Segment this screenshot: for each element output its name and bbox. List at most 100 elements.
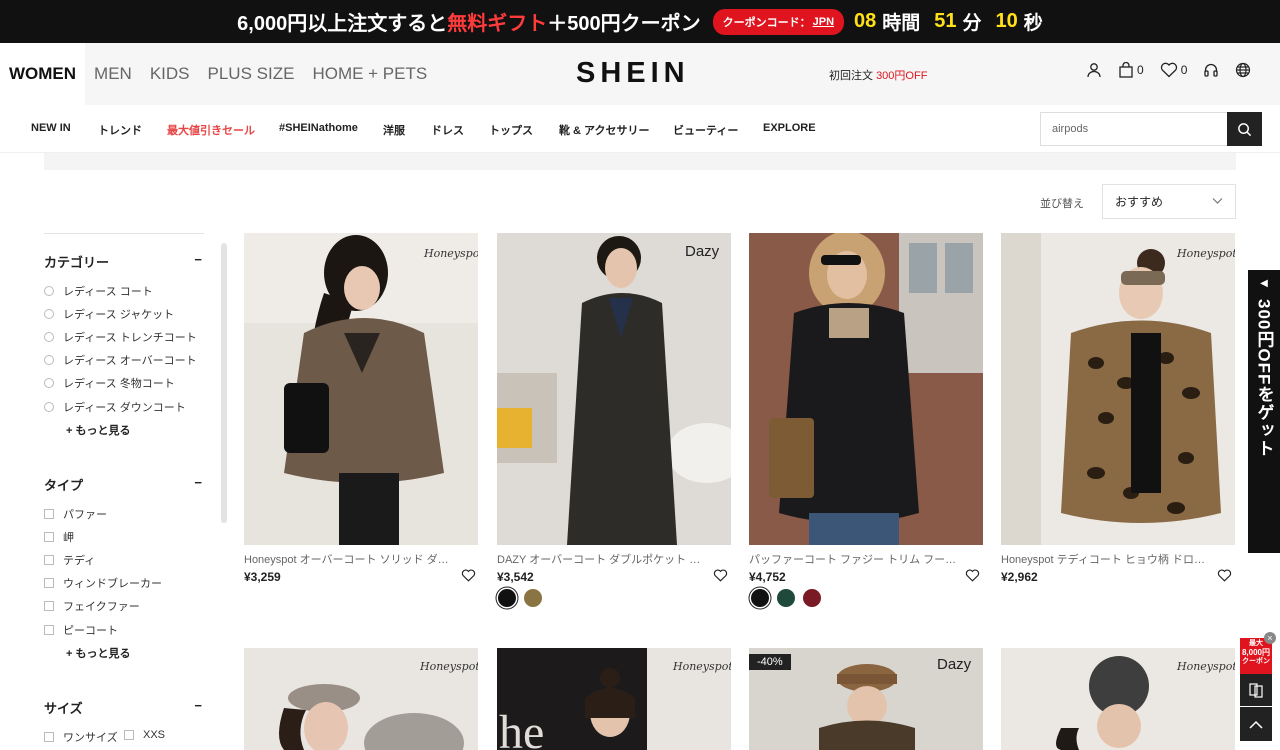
wishlist-count: 0 bbox=[1180, 63, 1188, 77]
promo-banner[interactable]: 6,000円以上注文すると 無料ギフト ＋500円クーポン クーポンコード： JP… bbox=[0, 0, 1280, 43]
filter-option[interactable]: パファー bbox=[44, 506, 107, 522]
countdown-minutes-unit: 分 bbox=[962, 13, 982, 34]
header-icons: 0 0 bbox=[1086, 62, 1267, 78]
countdown-hours: 08 bbox=[854, 10, 877, 32]
back-to-top-button[interactable] bbox=[1240, 707, 1272, 741]
product-image[interactable]: Honeyspot bbox=[1001, 233, 1235, 545]
color-swatch[interactable] bbox=[803, 589, 821, 607]
checkbox-icon bbox=[44, 732, 54, 742]
tab-home-pets[interactable]: HOME + PETS bbox=[303, 43, 436, 105]
bag-icon[interactable]: 0 bbox=[1118, 62, 1144, 78]
nav-shoes-accessories[interactable]: 靴 & アクセサリー bbox=[559, 122, 650, 138]
filter-option[interactable]: レディース コート bbox=[44, 283, 153, 299]
product-image[interactable]: Dazy bbox=[497, 233, 731, 545]
sort-dropdown[interactable]: おすすめ bbox=[1102, 184, 1236, 219]
tab-kids[interactable]: KIDS bbox=[141, 43, 199, 105]
coupon-code-pill[interactable]: クーポンコード： JPN bbox=[712, 8, 845, 35]
search-bar bbox=[1040, 112, 1262, 146]
filter-size-header[interactable]: サイズ − bbox=[44, 698, 202, 717]
radio-icon bbox=[44, 309, 54, 319]
wishlist-heart-icon[interactable] bbox=[461, 569, 476, 582]
tab-men[interactable]: MEN bbox=[85, 43, 141, 105]
account-icon[interactable] bbox=[1086, 62, 1102, 78]
product-title[interactable]: Honeyspot オーバーコート ソリッド ダブルボタン bbox=[244, 551, 456, 567]
product-image[interactable]: Honeyspot bbox=[244, 648, 478, 750]
product-image[interactable]: -40% Dazy bbox=[749, 648, 983, 750]
nav-explore[interactable]: EXPLORE bbox=[763, 122, 816, 134]
discount-badge: -40% bbox=[749, 654, 791, 670]
sidebar-scrollbar[interactable] bbox=[221, 243, 227, 523]
radio-icon bbox=[44, 355, 54, 365]
filter-option[interactable]: テディ bbox=[44, 552, 95, 568]
sort-label: 並び替え bbox=[1040, 198, 1084, 210]
filter-type-header[interactable]: タイプ − bbox=[44, 475, 202, 494]
countdown-minutes: 51 bbox=[934, 10, 957, 32]
color-swatch[interactable] bbox=[751, 589, 769, 607]
bag-count: 0 bbox=[1137, 63, 1144, 77]
filter-category-header[interactable]: カテゴリー − bbox=[44, 252, 202, 271]
collapse-icon: − bbox=[194, 475, 202, 490]
nav-sale[interactable]: 最大値引きセール bbox=[167, 122, 255, 138]
product-image[interactable]: Honeyspot bbox=[1001, 648, 1235, 750]
brand-watermark: Dazy bbox=[685, 243, 720, 260]
color-swatch[interactable] bbox=[777, 589, 795, 607]
filter-option[interactable]: レディース 冬物コート bbox=[44, 375, 175, 391]
brand-watermark: Honeyspot bbox=[673, 660, 731, 673]
checkbox-icon bbox=[44, 509, 54, 519]
filter-option[interactable]: ピーコート bbox=[44, 622, 118, 638]
nav-beauty[interactable]: ビューティー bbox=[673, 122, 738, 138]
close-icon[interactable]: × bbox=[1264, 632, 1276, 644]
promo-gift-text: 無料ギフト bbox=[447, 13, 548, 35]
product-image[interactable]: Honeyspot bbox=[244, 233, 478, 545]
brand-watermark: Honeyspot bbox=[420, 660, 478, 673]
wishlist-heart-icon[interactable] bbox=[1217, 569, 1232, 582]
search-input[interactable] bbox=[1041, 113, 1227, 145]
gender-tabs: WOMEN MEN KIDS PLUS SIZE HOME + PETS bbox=[0, 43, 436, 105]
nav-clothing[interactable]: 洋服 bbox=[383, 122, 405, 138]
product-price: ¥4,752 bbox=[749, 570, 786, 584]
side-coupon-tab[interactable]: ◀ 300円OFFをゲット bbox=[1248, 270, 1280, 553]
product-image[interactable]: he Honeyspot bbox=[497, 648, 731, 750]
nav-new-in[interactable]: NEW IN bbox=[31, 122, 71, 134]
tab-women[interactable]: WOMEN bbox=[0, 43, 86, 105]
nav-dresses[interactable]: ドレス bbox=[431, 122, 464, 138]
countdown-seconds-unit: 秒 bbox=[1023, 13, 1043, 34]
type-show-more[interactable]: + もっと見る bbox=[66, 645, 130, 661]
promo-coupon-text: ＋500円クーポン bbox=[547, 13, 701, 35]
category-show-more[interactable]: + もっと見る bbox=[66, 422, 130, 438]
product-image[interactable] bbox=[749, 233, 983, 545]
shein-logo[interactable]: SHEIN bbox=[576, 57, 690, 90]
search-button[interactable] bbox=[1227, 112, 1262, 146]
filter-option[interactable]: レディース オーバーコート bbox=[44, 352, 197, 368]
first-order-offer[interactable]: 初回注文 300円OFF bbox=[829, 67, 927, 83]
brand-watermark: Honeyspot bbox=[424, 247, 478, 260]
product-title[interactable]: DAZY オーバーコート ダブルポケット ダブルボタン bbox=[497, 551, 709, 567]
filter-option[interactable]: フェイクファー bbox=[44, 598, 140, 614]
filter-option[interactable]: ワンサイズ bbox=[44, 729, 118, 745]
color-swatch[interactable] bbox=[524, 589, 542, 607]
support-headset-icon[interactable] bbox=[1203, 62, 1219, 78]
nav-tops[interactable]: トップス bbox=[489, 122, 533, 138]
svg-text:he: he bbox=[499, 706, 544, 750]
radio-icon bbox=[44, 332, 54, 342]
tab-plus-size[interactable]: PLUS SIZE bbox=[199, 43, 304, 105]
filter-option[interactable]: XXS bbox=[124, 729, 165, 741]
compare-button[interactable] bbox=[1240, 674, 1272, 706]
wishlist-icon[interactable]: 0 bbox=[1160, 62, 1188, 78]
filter-option[interactable]: レディース ダウンコート bbox=[44, 399, 186, 415]
product-title[interactable]: Honeyspot テディコート ヒョウ柄 ドロップショルダー bbox=[1001, 551, 1213, 567]
color-swatch[interactable] bbox=[498, 589, 516, 607]
nav-trend[interactable]: トレンド bbox=[98, 122, 142, 138]
globe-icon[interactable] bbox=[1235, 62, 1251, 78]
filter-option[interactable]: ウィンドブレーカー bbox=[44, 575, 162, 591]
nav-sheinathome[interactable]: #SHEINathome bbox=[279, 122, 358, 134]
filter-option[interactable]: レディース ジャケット bbox=[44, 306, 174, 322]
checkbox-icon bbox=[44, 555, 54, 565]
filter-option[interactable]: レディース トレンチコート bbox=[44, 329, 197, 345]
site-header: WOMEN MEN KIDS PLUS SIZE HOME + PETS SHE… bbox=[0, 43, 1280, 105]
filter-option[interactable]: 岬 bbox=[44, 529, 74, 545]
wishlist-heart-icon[interactable] bbox=[713, 569, 728, 582]
product-title[interactable]: パッファーコート ファジー トリム フード付き bbox=[749, 551, 961, 567]
sort-value: おすすめ bbox=[1115, 195, 1164, 209]
wishlist-heart-icon[interactable] bbox=[965, 569, 980, 582]
